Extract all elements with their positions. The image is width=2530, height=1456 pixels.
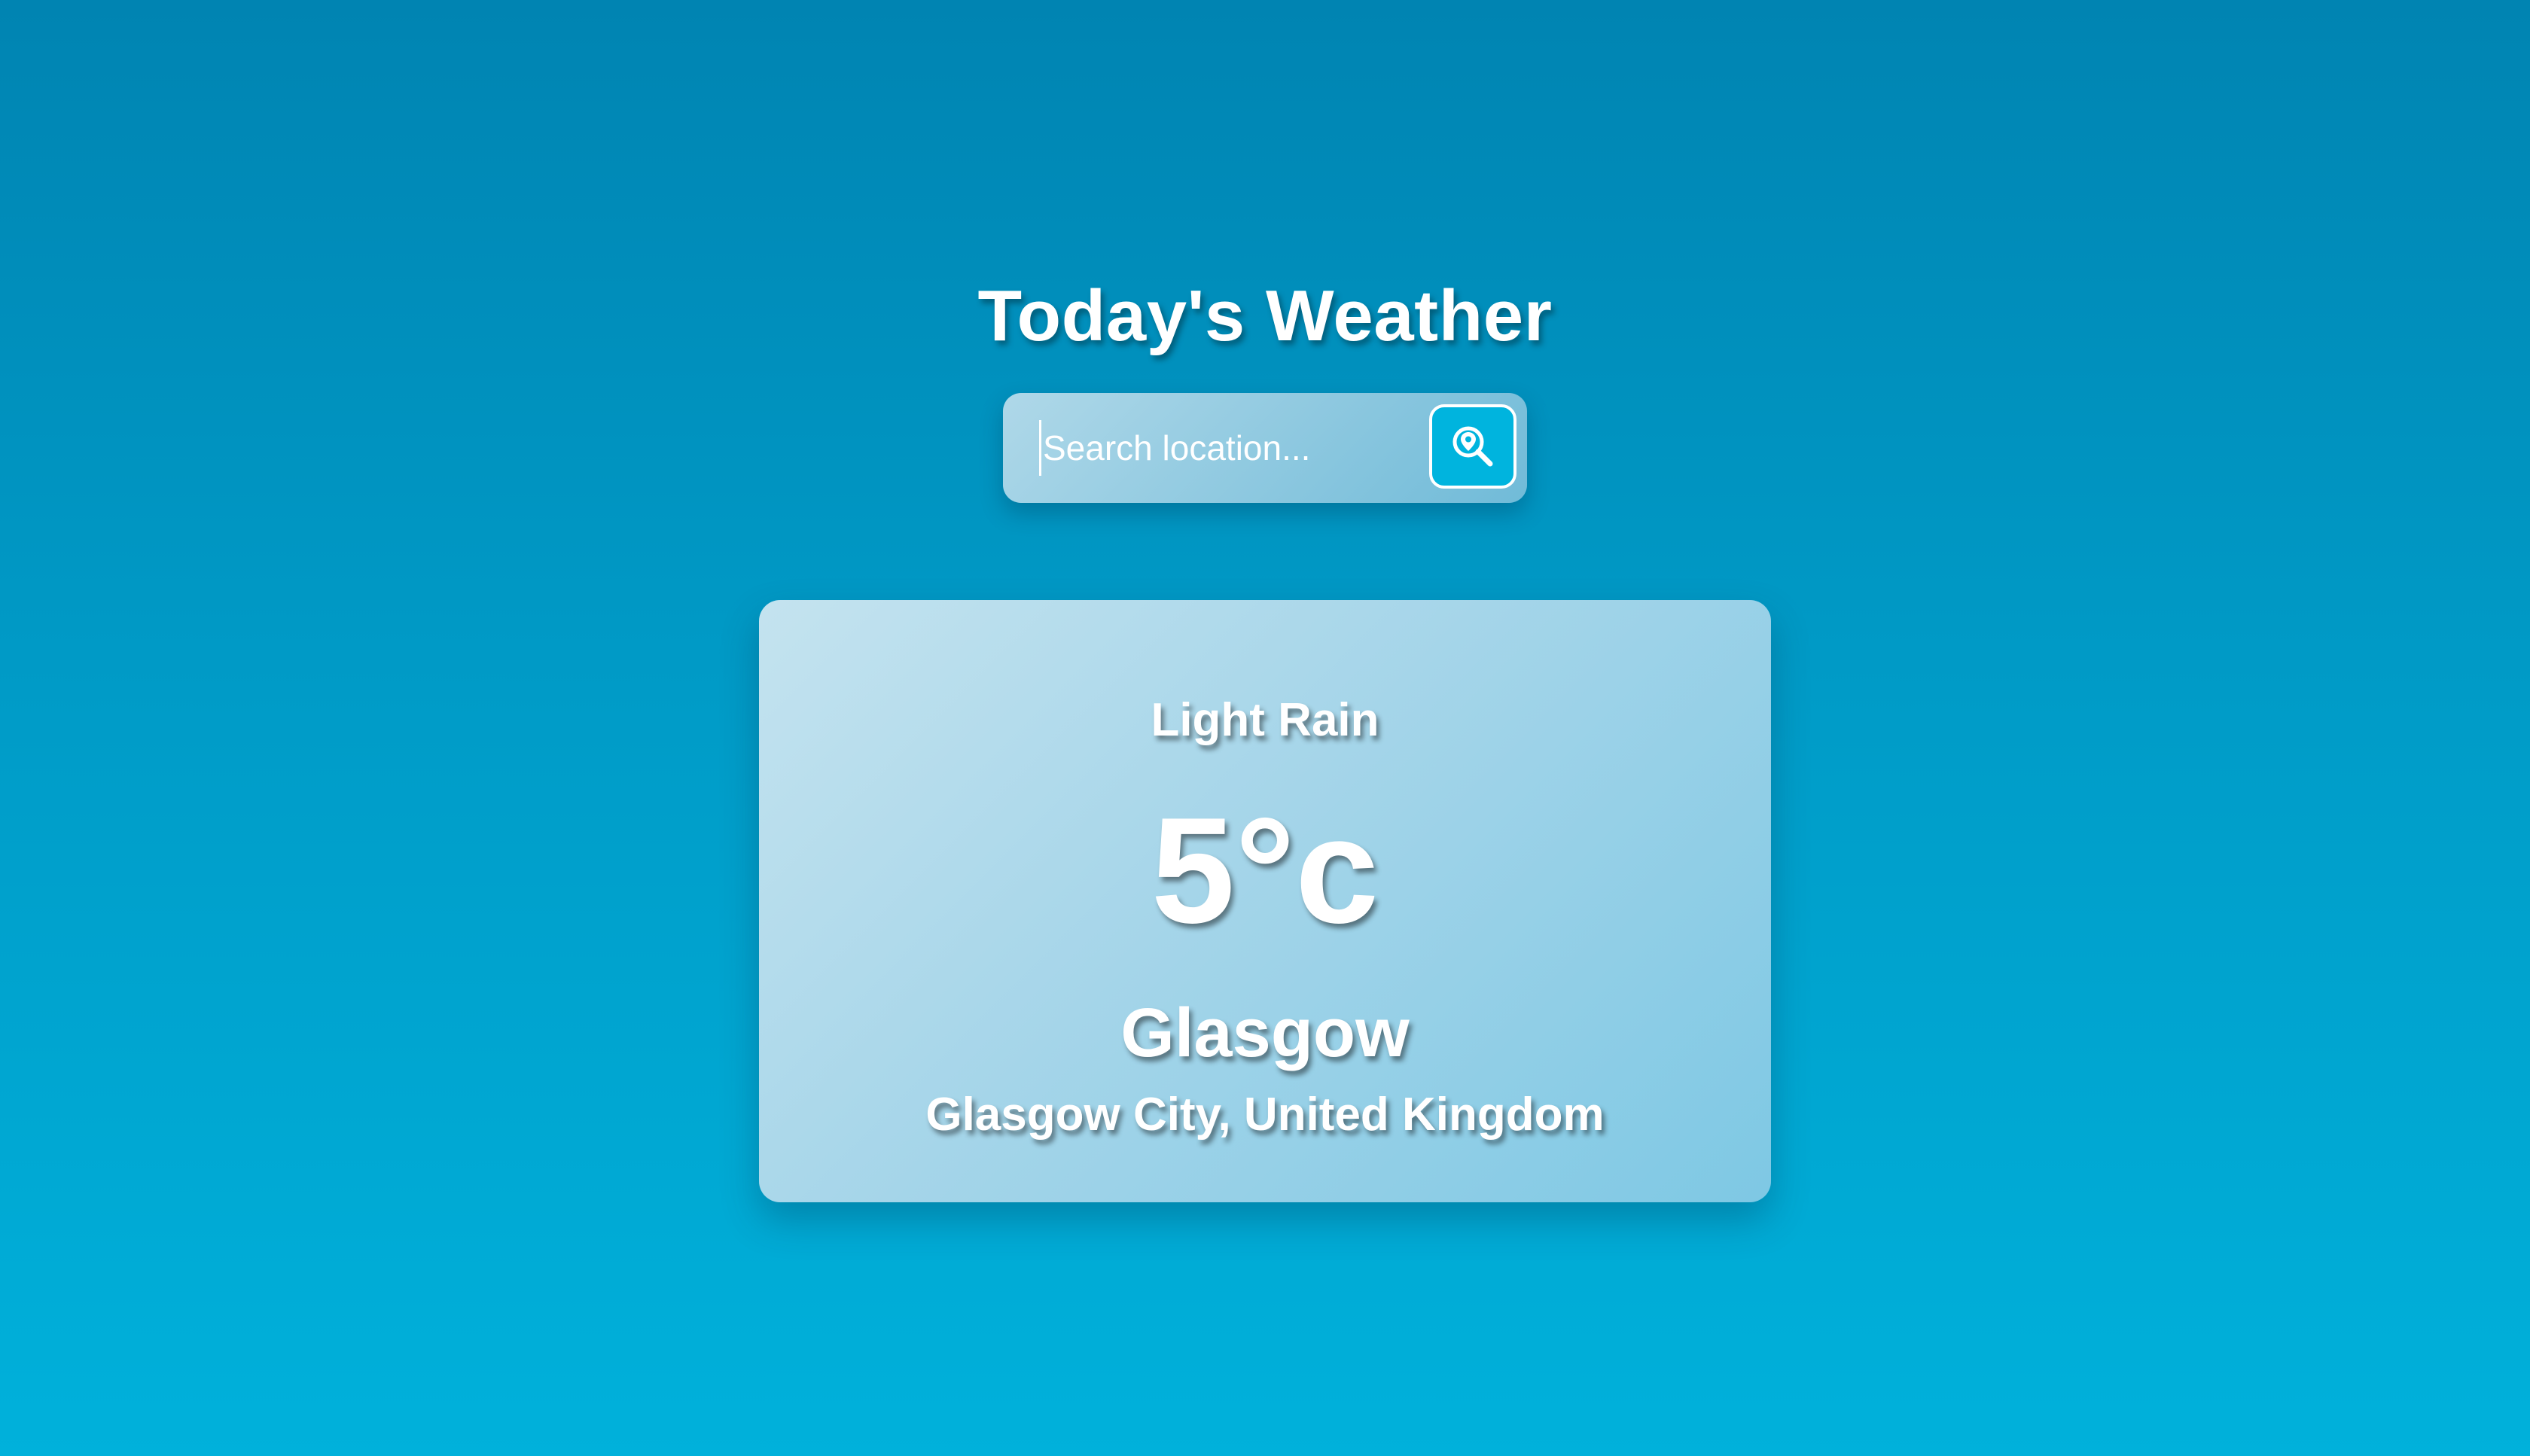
- search-bar: [1003, 393, 1527, 503]
- search-button[interactable]: [1429, 404, 1516, 489]
- weather-card: Light Rain 5°c Glasgow Glasgow City, Uni…: [759, 600, 1771, 1202]
- page-title: Today's Weather: [977, 276, 1553, 356]
- location-search-icon: [1452, 426, 1493, 467]
- region-name: Glasgow City, United Kingdom: [925, 1089, 1605, 1141]
- temperature-value: 5°c: [1151, 787, 1379, 955]
- search-input[interactable]: [1039, 420, 1404, 476]
- weather-condition: Light Rain: [1151, 694, 1379, 746]
- city-name: Glasgow: [1120, 995, 1410, 1071]
